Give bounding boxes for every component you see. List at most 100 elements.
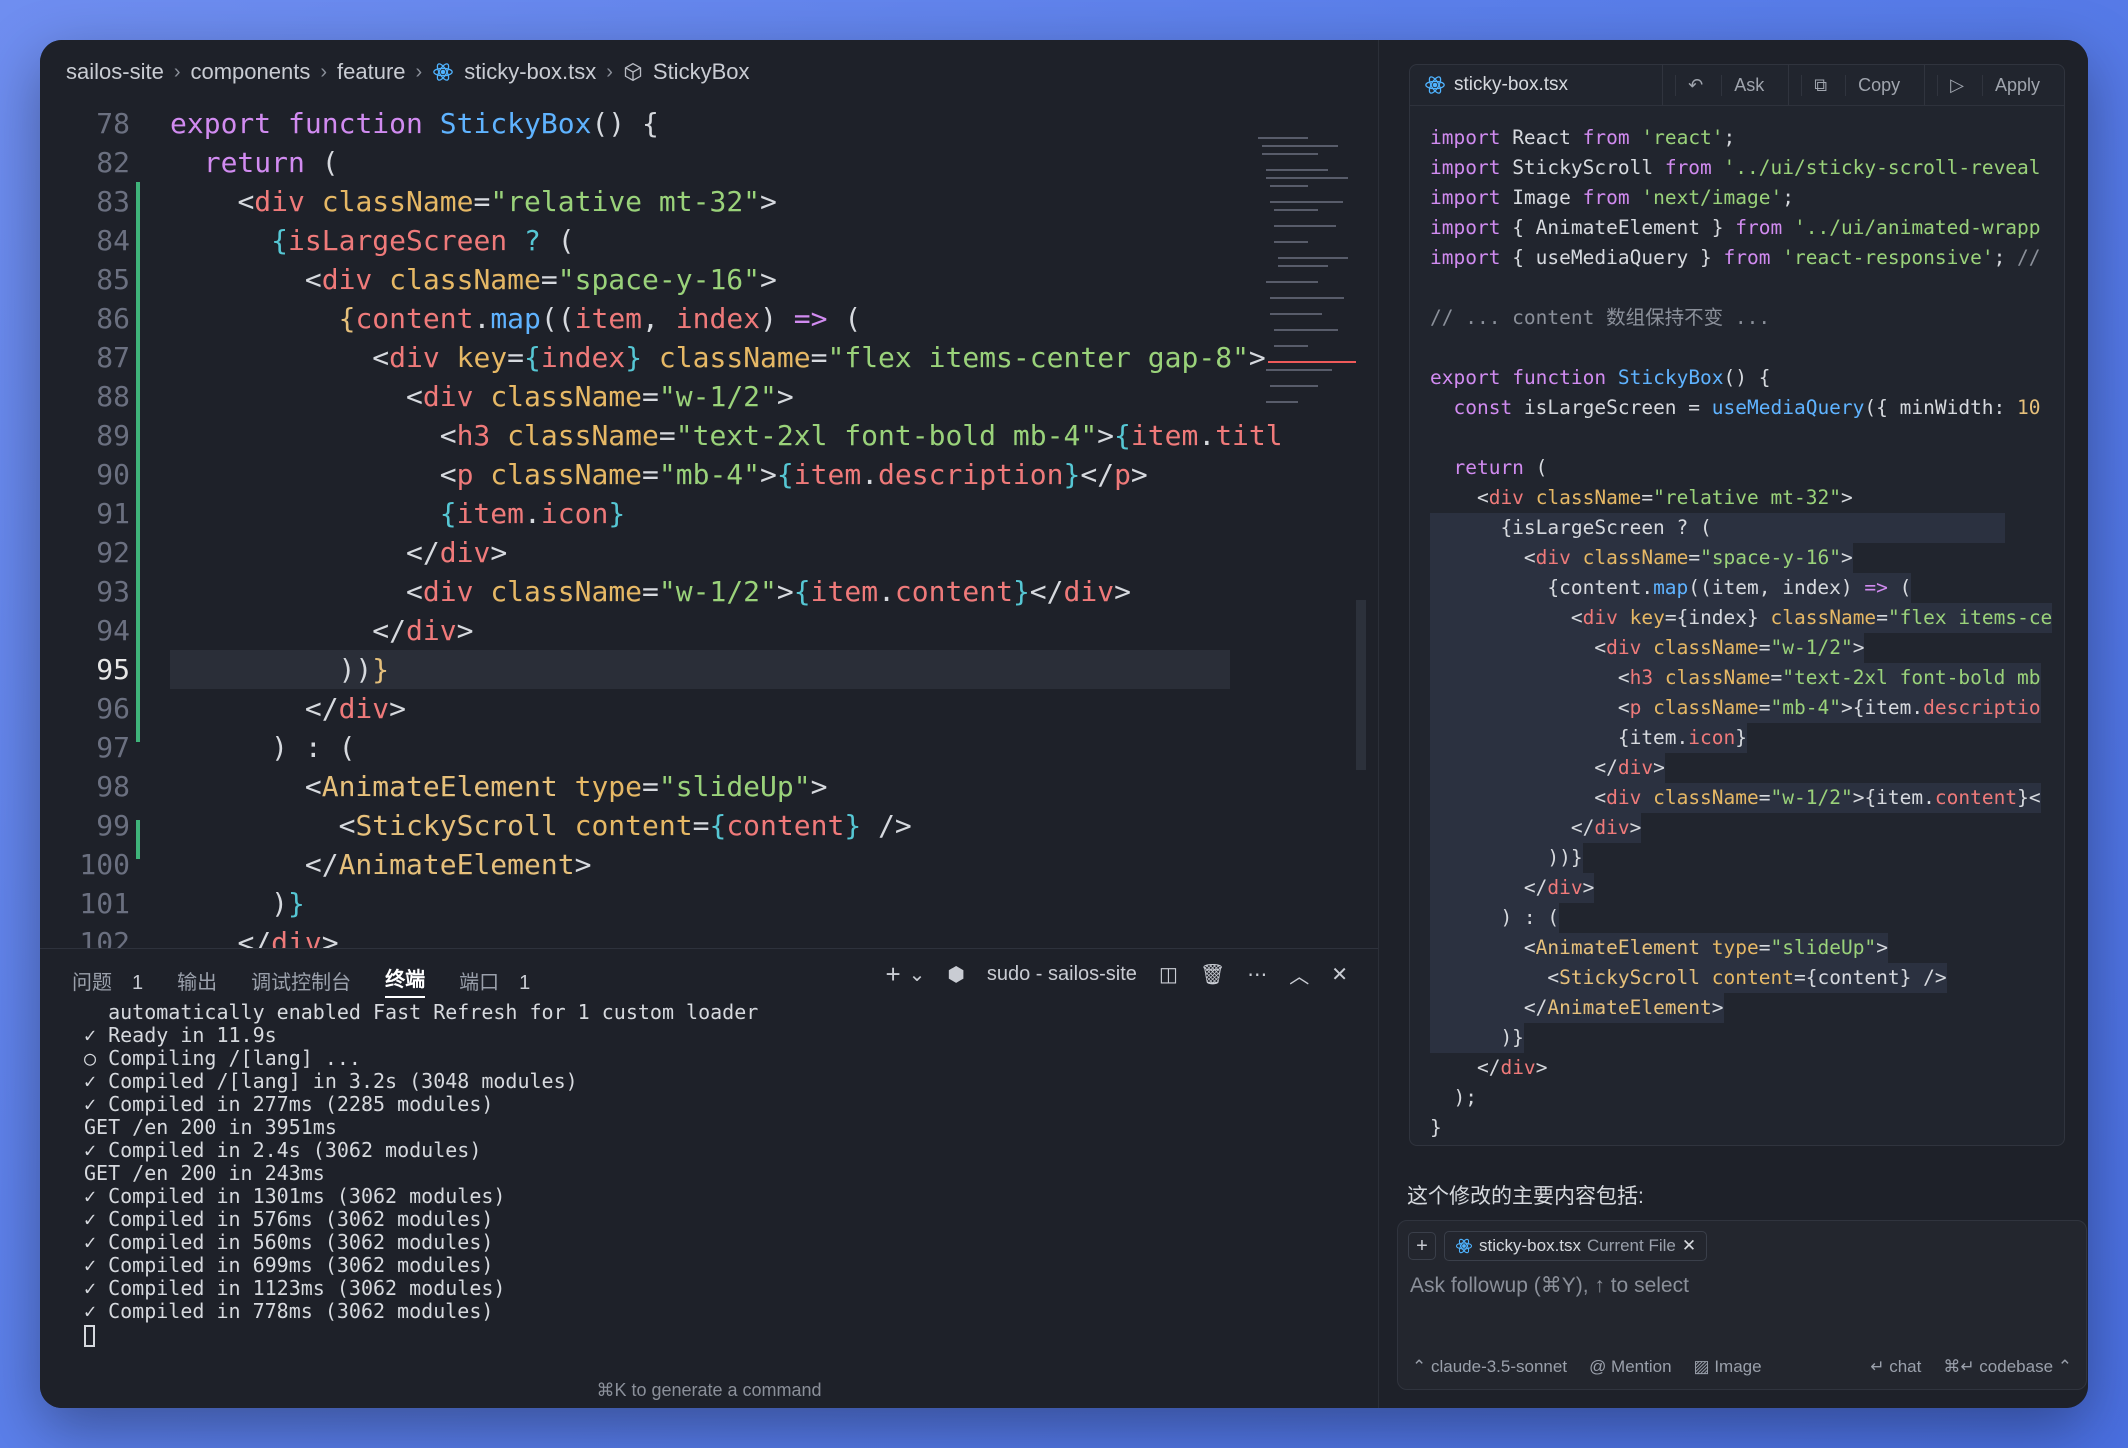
tab-debug-console[interactable]: 调试控制台 (251, 966, 351, 995)
card-header: sticky-box.tsx ↶ Ask ⧉ Copy ▷ Apply (1410, 65, 2064, 106)
code-line: <h3 className="text-2xl font-bold mb-4">… (439, 419, 1283, 452)
code-suggestion-card: sticky-box.tsx ↶ Ask ⧉ Copy ▷ Apply import … (1409, 64, 2065, 1146)
line-number: 101 (79, 887, 130, 920)
copy-button[interactable]: ⧉ Copy (1788, 65, 1924, 105)
terminal-line: ✓ Compiled in 778ms (3062 modules) (84, 1299, 494, 1323)
code-line: <p className="mb-4">{item.description}</… (439, 458, 1148, 491)
ask-button[interactable]: ↶ Ask (1662, 65, 1788, 105)
code-line: <div className="relative mt-32"> (237, 185, 777, 218)
chat-input-box: + sticky-box.tsx Current File ✕ Ask foll… (1397, 1220, 2087, 1390)
terminal-line: ○ Compiling /[lang] ... (84, 1046, 361, 1070)
panel-tabs: 问题 1 输出 调试控制台 终端 端口 1 (72, 963, 530, 998)
terminal-line: ✓ Compiled in 2.4s (3062 modules) (84, 1138, 482, 1162)
line-number: 95 (96, 653, 130, 686)
minimap[interactable] (1248, 130, 1358, 430)
chevron-up-icon[interactable]: ︿ (1289, 960, 1309, 989)
trash-icon[interactable]: 🗑 (1200, 962, 1225, 987)
button-label: Copy (1845, 74, 1912, 96)
card-file-name: sticky-box.tsx (1454, 74, 1569, 95)
tab-output[interactable]: 输出 (177, 966, 217, 995)
line-number: 84 (96, 224, 130, 257)
terminal-line: ✓ Compiled /[lang] in 3.2s (3048 modules… (84, 1069, 578, 1093)
editor-scrollbar[interactable] (1356, 600, 1366, 770)
button-label: Apply (1981, 74, 2052, 96)
terminal-name[interactable]: sudo - sailos-site (987, 963, 1137, 986)
image-button[interactable]: ▨ Image (1694, 1357, 1762, 1377)
undo-icon: ↶ (1675, 74, 1715, 96)
add-context-button[interactable]: + (1408, 1232, 1436, 1260)
tab-label: 端口 (459, 972, 500, 994)
react-icon (1455, 1238, 1473, 1254)
editor-column: sailos-site › components › feature › sti… (40, 40, 1378, 1408)
codebase-button[interactable]: ⌘↵ codebase ⌃ (1943, 1357, 2072, 1377)
line-number: 89 (96, 419, 130, 452)
react-icon (1425, 76, 1445, 94)
button-label: chat (1889, 1357, 1922, 1376)
line-number: 83 (96, 185, 130, 218)
line-number: 87 (96, 341, 130, 374)
more-icon[interactable]: ⋯ (1247, 962, 1267, 987)
copy-icon: ⧉ (1801, 74, 1839, 96)
code-line: <div className="w-1/2">{item.content}</d… (406, 575, 1131, 608)
line-number: 96 (96, 692, 130, 725)
chip-file-name: sticky-box.tsx (1479, 1236, 1582, 1255)
chevron-down-icon[interactable]: ⌄ (909, 962, 926, 987)
code-line: </div> (372, 614, 474, 647)
line-number: 88 (96, 380, 130, 413)
code-snippet[interactable]: import React from 'react'; import Sticky… (1430, 123, 2060, 1143)
code-line: <div className="w-1/2"> (406, 380, 794, 413)
model-selector[interactable]: ⌃ claude-3.5-sonnet (1412, 1357, 1567, 1377)
chip-sub-label: Current File (1587, 1236, 1676, 1255)
breadcrumb-item[interactable]: sailos-site (66, 59, 164, 85)
terminal-line: ✓ Compiled in 1301ms (3062 modules) (84, 1184, 506, 1208)
followup-input[interactable]: Ask followup (⌘Y), ↑ to select (1410, 1273, 1689, 1298)
button-label: codebase (1979, 1357, 2054, 1376)
chat-button[interactable]: ↵ chat (1870, 1357, 1921, 1377)
file-context-chip[interactable]: sticky-box.tsx Current File ✕ (1444, 1231, 1708, 1261)
tab-label: 输出 (177, 972, 218, 994)
line-number: 98 (96, 770, 130, 803)
tab-problems[interactable]: 问题 1 (72, 966, 143, 995)
line-number: 86 (96, 302, 130, 335)
line-number: 92 (96, 536, 130, 569)
mention-button[interactable]: @ Mention (1589, 1357, 1671, 1377)
line-number: 100 (79, 848, 130, 881)
terminal-cursor (84, 1324, 95, 1347)
tab-terminal[interactable]: 终端 (385, 963, 426, 998)
button-label: Mention (1611, 1357, 1672, 1376)
tab-label: 终端 (385, 969, 426, 991)
close-icon[interactable]: ✕ (1331, 962, 1348, 987)
line-number: 78 (96, 107, 130, 140)
line-number: 82 (96, 146, 130, 179)
terminal-line: ✓ Compiled in 277ms (2285 modules) (84, 1092, 494, 1116)
tab-count: 1 (519, 972, 531, 994)
plus-icon[interactable]: + (885, 959, 900, 990)
code-line: </AnimateElement> (304, 848, 592, 881)
editor-window: sailos-site › components › feature › sti… (40, 40, 2088, 1408)
breadcrumb-item[interactable]: components (190, 59, 310, 85)
chat-footer: ⌃ claude-3.5-sonnet @ Mention ▨ Image ↵ … (1412, 1357, 2072, 1377)
terminal-line: ✓ Compiled in 699ms (3062 modules) (84, 1253, 494, 1277)
code-line: </div> (406, 536, 508, 569)
context-chips: + sticky-box.tsx Current File ✕ (1408, 1231, 1708, 1261)
code-line: {isLargeScreen ? ( (271, 224, 575, 257)
code-line: <div className="space-y-16"> (304, 263, 777, 296)
code-line: ))} (338, 653, 390, 686)
button-label: Ask (1721, 74, 1776, 96)
breadcrumb-item[interactable]: StickyBox (653, 59, 750, 85)
apply-button[interactable]: ▷ Apply (1924, 65, 2064, 105)
breadcrumb-item[interactable]: feature (337, 59, 406, 85)
terminal-line: ✓ Compiled in 576ms (3062 modules) (84, 1207, 494, 1231)
code-editor[interactable]: 78 export function StickyBox() { 82 retur… (40, 104, 1340, 984)
close-icon[interactable]: ✕ (1682, 1236, 1696, 1256)
terminal-output[interactable]: automatically enabled Fast Refresh for 1… (84, 1001, 758, 1347)
code-line: <StickyScroll content={content} /> (338, 809, 912, 842)
split-icon[interactable]: ◫ (1159, 962, 1178, 987)
tab-ports[interactable]: 端口 1 (459, 966, 530, 995)
breadcrumb-item[interactable]: sticky-box.tsx (464, 59, 596, 85)
code-line: <div key={index} className="flex items-c… (372, 341, 1266, 374)
code-line: ) : ( (271, 731, 356, 764)
terminal-line: ✓ Compiled in 560ms (3062 modules) (84, 1230, 494, 1254)
terminal-line: GET /en 200 in 243ms (84, 1161, 325, 1185)
react-icon (433, 63, 453, 81)
